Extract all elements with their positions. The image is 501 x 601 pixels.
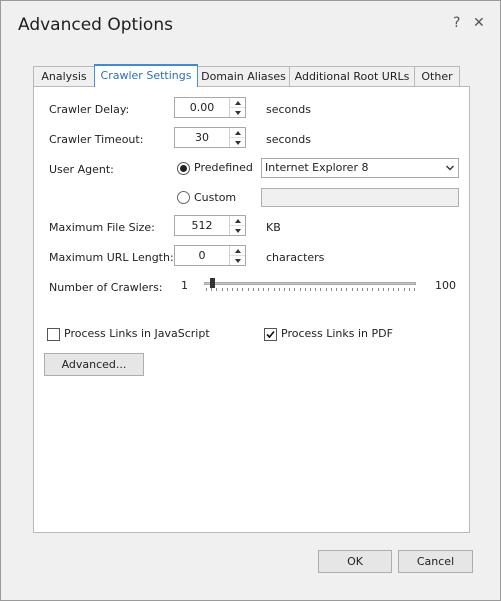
custom-radio[interactable] [177, 191, 190, 204]
max-url-length-spinner[interactable]: 0 [174, 245, 246, 266]
user-agent-select[interactable]: Internet Explorer 8 [261, 158, 459, 178]
spin-down-arrow-icon[interactable] [230, 108, 245, 117]
spin-up-arrow-icon[interactable] [230, 98, 245, 108]
tab-additional-root-urls[interactable]: Additional Root URLs [289, 66, 415, 86]
spin-up-arrow-icon[interactable] [230, 128, 245, 138]
tab-analysis[interactable]: Analysis [33, 66, 95, 86]
ok-button[interactable]: OK [318, 550, 392, 573]
crawler-delay-unit: seconds [266, 103, 311, 116]
slider-tick [248, 288, 249, 291]
advanced-button[interactable]: Advanced... [44, 353, 144, 376]
spin-down-arrow-icon[interactable] [230, 256, 245, 265]
pdf-links-checkbox[interactable] [264, 328, 277, 341]
spin-up-arrow-icon[interactable] [230, 246, 245, 256]
spin-up-arrow-icon[interactable] [230, 216, 245, 226]
js-links-label[interactable]: Process Links in JavaScript [64, 327, 210, 340]
slider-tick [378, 288, 379, 291]
help-button[interactable]: ? [453, 15, 460, 31]
slider-tick [398, 288, 399, 291]
max-file-size-value[interactable]: 512 [175, 216, 229, 235]
slider-tick [294, 288, 295, 291]
predefined-radio[interactable] [177, 162, 190, 175]
slider-tick [216, 288, 217, 291]
num-crawlers-label: Number of Crawlers: [49, 281, 163, 294]
crawler-delay-label: Crawler Delay: [49, 103, 130, 116]
crawler-timeout-spinner[interactable]: 30 [174, 127, 246, 148]
slider-tick [372, 288, 373, 291]
slider-tick [414, 288, 415, 291]
slider-tick [331, 288, 332, 291]
max-url-length-label: Maximum URL Length: [49, 251, 174, 264]
user-agent-label: User Agent: [49, 163, 114, 176]
slider-tick [222, 288, 223, 291]
slider-tick [352, 288, 353, 291]
slider-tick [253, 288, 254, 291]
slider-tick [388, 288, 389, 291]
slider-tick [206, 288, 207, 291]
crawler-settings-panel: Crawler Delay: 0.00 seconds Crawler Time… [33, 86, 470, 533]
max-file-size-unit: KB [266, 221, 281, 234]
slider-tick [409, 288, 410, 291]
slider-tick [268, 288, 269, 291]
tab-crawler-settings[interactable]: Crawler Settings [94, 64, 198, 87]
slider-tick [284, 288, 285, 291]
slider-tick [357, 288, 358, 291]
dialog-title: Advanced Options [18, 15, 173, 35]
pdf-links-label[interactable]: Process Links in PDF [281, 327, 393, 340]
num-crawlers-max: 100 [435, 279, 456, 292]
spin-down-arrow-icon[interactable] [230, 226, 245, 235]
slider-tick [263, 288, 264, 291]
slider-tick [315, 288, 316, 291]
num-crawlers-min: 1 [181, 279, 188, 292]
js-links-checkbox[interactable] [47, 328, 60, 341]
checkmark-icon [266, 330, 275, 339]
slider-tick [232, 288, 233, 291]
slider-tick [367, 288, 368, 291]
spin-down-arrow-icon[interactable] [230, 138, 245, 147]
slider-tick [336, 288, 337, 291]
custom-radio-label[interactable]: Custom [194, 191, 236, 204]
slider-tick [227, 288, 228, 291]
crawler-timeout-label: Crawler Timeout: [49, 133, 144, 146]
slider-tick [211, 288, 212, 291]
slider-tick [346, 288, 347, 291]
slider-tick [362, 288, 363, 291]
slider-tick [383, 288, 384, 291]
predefined-radio-label[interactable]: Predefined [194, 161, 253, 174]
crawler-timeout-value[interactable]: 30 [175, 128, 229, 147]
slider-tick [404, 288, 405, 291]
close-button[interactable]: ✕ [473, 15, 485, 31]
slider-tick [279, 288, 280, 291]
tab-other[interactable]: Other [414, 66, 460, 86]
slider-tick [310, 288, 311, 291]
slider-tick [341, 288, 342, 291]
slider-tick [289, 288, 290, 291]
slider-tick [258, 288, 259, 291]
cancel-button[interactable]: Cancel [398, 550, 473, 573]
slider-tick [320, 288, 321, 291]
title-bar: Advanced Options ? ✕ [1, 1, 500, 51]
crawler-timeout-unit: seconds [266, 133, 311, 146]
slider-tick [274, 288, 275, 291]
slider-tick [305, 288, 306, 291]
slider-tick [237, 288, 238, 291]
custom-user-agent-field[interactable] [261, 188, 459, 207]
chevron-down-icon [446, 165, 454, 171]
max-file-size-spinner[interactable]: 512 [174, 215, 246, 236]
num-crawlers-slider[interactable] [204, 282, 416, 285]
max-url-length-unit: characters [266, 251, 325, 264]
user-agent-select-value: Internet Explorer 8 [265, 161, 369, 174]
crawler-delay-value[interactable]: 0.00 [175, 98, 229, 117]
slider-tick [242, 288, 243, 291]
max-file-size-label: Maximum File Size: [49, 221, 155, 234]
advanced-options-dialog: Advanced Options ? ✕ Analysis Crawler Se… [0, 0, 501, 601]
slider-tick [300, 288, 301, 291]
max-url-length-value[interactable]: 0 [175, 246, 229, 265]
crawler-delay-spinner[interactable]: 0.00 [174, 97, 246, 118]
slider-tick [393, 288, 394, 291]
tab-domain-aliases[interactable]: Domain Aliases [197, 66, 290, 86]
slider-tick [326, 288, 327, 291]
num-crawlers-slider-thumb[interactable] [210, 278, 215, 288]
